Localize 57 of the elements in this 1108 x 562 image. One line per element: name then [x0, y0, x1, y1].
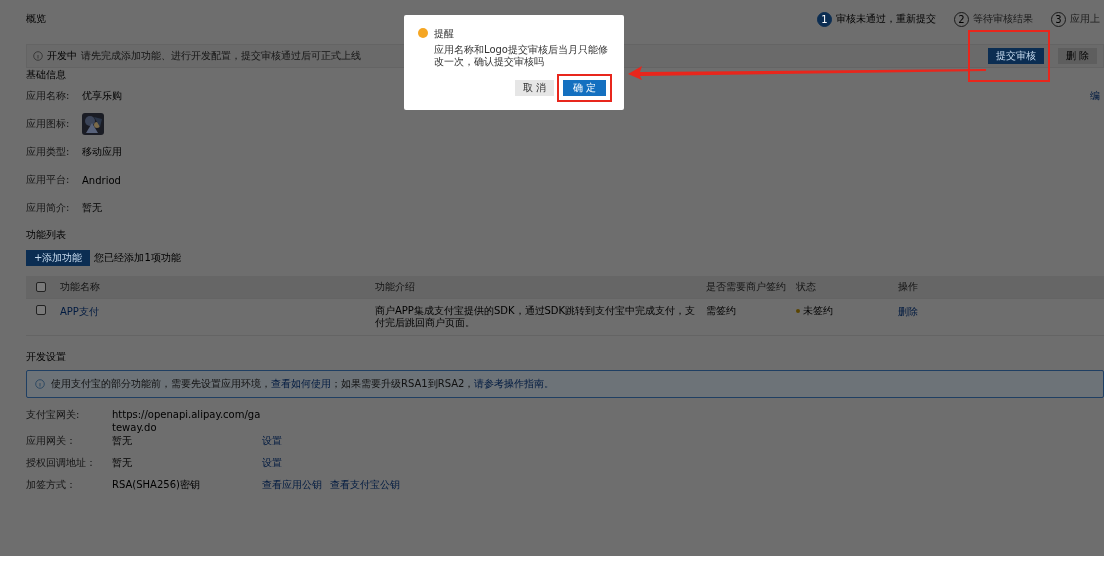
info-icon — [35, 379, 45, 389]
step-label: 审核未通过，重新提交 — [836, 12, 936, 26]
field-value: Andriod — [82, 174, 121, 186]
settings-link[interactable]: 设置 — [262, 456, 282, 470]
field-label: 应用类型: — [26, 145, 71, 159]
step-label: 等待审核结果 — [973, 12, 1033, 26]
delete-button[interactable]: 删 除 — [1057, 48, 1097, 64]
column-header: 功能介绍 — [375, 280, 416, 294]
submit-review-button[interactable]: 提交审核 — [987, 48, 1044, 64]
section-title: 基础信息 — [26, 68, 66, 82]
section-title: 功能列表 — [26, 228, 66, 242]
table-cell-text: 未签约 — [803, 305, 834, 317]
field-label: 应用图标: — [26, 117, 71, 131]
field-label: 应用名称: — [26, 89, 71, 103]
field-value: https://openapi.alipay.com/gateway.do — [112, 408, 262, 434]
delete-link[interactable]: 删除 — [898, 306, 918, 317]
cancel-button[interactable]: 取 消 — [514, 80, 554, 96]
select-all-checkbox[interactable] — [36, 282, 46, 292]
field-label: 应用简介: — [26, 201, 71, 215]
column-header: 是否需要商户签约 — [706, 280, 787, 294]
field-value: 暂无 — [82, 201, 102, 215]
settings-link[interactable]: 查看应用公钥 — [262, 478, 322, 492]
table-cell-text: 商户APP集成支付宝提供的SDK，通过SDK跳转到支付宝中完成支付，支付完后跳回商户页面。 — [375, 305, 697, 329]
notice-link[interactable]: 查看如何使用 — [271, 378, 331, 389]
feature-count: 您已经添加1项功能 — [94, 251, 181, 265]
info-icon — [33, 51, 43, 61]
field-value: 移动应用 — [82, 145, 122, 159]
settings-link[interactable]: 设置 — [262, 434, 282, 448]
row-checkbox[interactable] — [36, 305, 46, 315]
column-header: 状态 — [796, 280, 817, 294]
column-header: 操作 — [898, 280, 919, 294]
field-label: 支付宝网关: — [26, 408, 81, 422]
status-label: 开发中 — [47, 49, 77, 63]
section-title: 开发设置 — [26, 350, 66, 364]
feature-name-link[interactable]: APP支付 — [60, 305, 375, 319]
notice-text: 使用支付宝的部分功能前，需要先设置应用环境，查看如何使用；如果需要升级RSA1到RSA2，请参考操作指南。 — [51, 377, 555, 391]
field-value: 暂无 — [112, 434, 133, 447]
confirm-button[interactable]: 确 定 — [562, 80, 606, 96]
field-value: 优享乐购 — [82, 89, 122, 103]
dialog-title: 提醒 — [434, 27, 455, 41]
notice-link[interactable]: 请参考操作指南。 — [474, 378, 555, 389]
page-title: 概览 — [26, 12, 46, 26]
column-header: 功能名称 — [60, 280, 101, 294]
status-dot-icon — [796, 309, 800, 313]
settings-link[interactable]: 查看支付宝公钥 — [330, 478, 400, 492]
field-label: 授权回调地址： — [26, 456, 97, 470]
field-value: RSA(SHA256)密钥 — [112, 478, 201, 491]
field-label: 应用网关： — [26, 434, 77, 448]
field-label: 加签方式： — [26, 478, 77, 492]
step-number: 1 — [817, 11, 832, 27]
warning-icon — [418, 28, 428, 38]
dialog-message: 应用名称和Logo提交审核后当月只能修改一次，确认提交审核吗 — [434, 44, 609, 68]
table-cell-text: 需签约 — [706, 305, 737, 317]
field-value: 暂无 — [112, 456, 133, 469]
field-label: 应用平台: — [26, 173, 71, 187]
add-feature-button[interactable]: +添加功能 — [26, 250, 91, 266]
edit-link[interactable]: 编 — [1090, 89, 1100, 103]
